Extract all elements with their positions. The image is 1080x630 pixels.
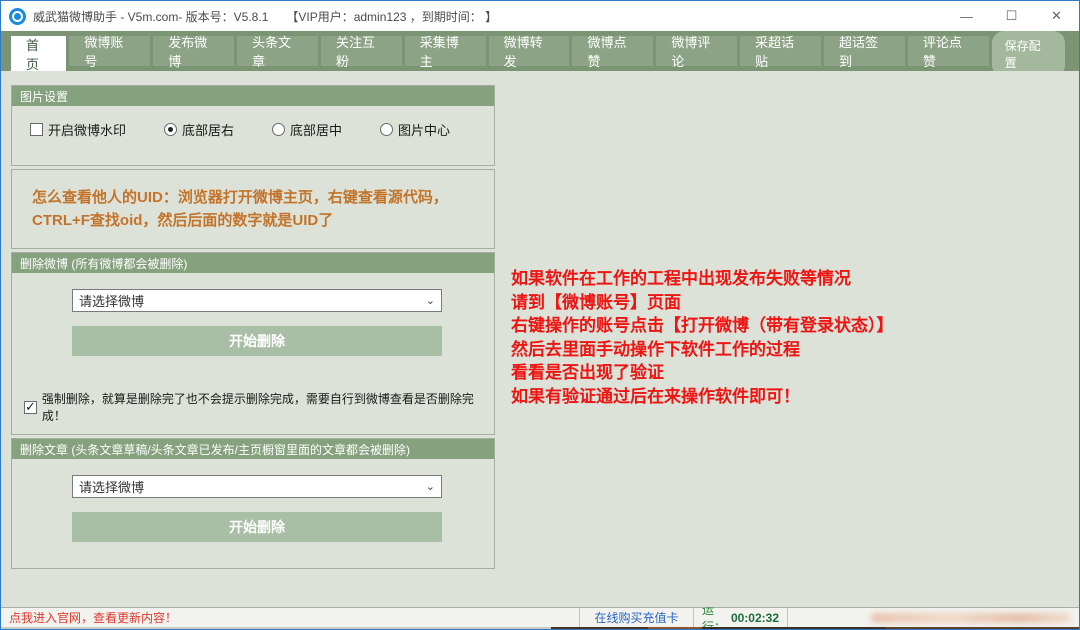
tab-采集博主[interactable]: 采集博主 bbox=[405, 36, 486, 66]
uid-tip-text: 怎么查看他人的UID：浏览器打开微博主页，右键查看源代码， CTRL+F查找oi… bbox=[32, 186, 482, 233]
app-logo-icon bbox=[9, 8, 26, 25]
force-delete-label: 强制删除，就算是删除完了也不会提示删除完成，需要自行到微博查看是否删除完成！ bbox=[42, 390, 494, 424]
delete-weibo-header: 删除微博 (所有微博都会被删除) bbox=[12, 253, 494, 273]
chevron-down-icon: ⌄ bbox=[426, 294, 435, 307]
radio-image-center[interactable]: 图片中心 bbox=[380, 120, 450, 139]
delete-article-header: 删除文章 (头条文章草稿/头条文章已发布/主页橱窗里面的文章都会被删除) bbox=[12, 439, 494, 459]
tab-超话签到[interactable]: 超话签到 bbox=[824, 36, 905, 66]
radio-bottom-right-label: 底部居右 bbox=[182, 120, 234, 139]
blurred-watermark bbox=[871, 613, 1071, 623]
image-settings-header: 图片设置 bbox=[12, 86, 494, 106]
uid-tip-line2: CTRL+F查找oid，然后后面的数字就是UID了 bbox=[32, 209, 482, 232]
notice-line: 右键操作的账号点击【打开微博（带有登录状态）】 bbox=[511, 314, 894, 338]
save-config-button[interactable]: 保存配置 bbox=[992, 31, 1065, 77]
notice-line: 看看是否出现了验证 bbox=[511, 361, 894, 385]
tab-微博评论[interactable]: 微博评论 bbox=[656, 36, 737, 66]
uid-tip-box: 怎么查看他人的UID：浏览器打开微博主页，右键查看源代码， CTRL+F查找oi… bbox=[11, 169, 495, 249]
close-button[interactable]: ✕ bbox=[1034, 1, 1079, 31]
notice-line: 请到【微博账号】页面 bbox=[511, 291, 894, 315]
tab-头条文章[interactable]: 头条文章 bbox=[237, 36, 318, 66]
radio-selected-icon bbox=[164, 123, 177, 136]
tab-微博账号[interactable]: 微博账号 bbox=[69, 36, 150, 66]
failure-notice-text: 如果软件在工作的工程中出现发布失败等情况请到【微博账号】页面右键操作的账号点击【… bbox=[511, 267, 894, 408]
tab-bar-tabs: 首页微博账号发布微博头条文章关注互粉采集博主微博转发微博点赞微博评论采超话贴超话… bbox=[11, 36, 989, 71]
minimize-button[interactable]: — bbox=[944, 1, 989, 31]
left-panel: 图片设置 开启微博水印 底部居右 底部居中 bbox=[11, 85, 495, 572]
chevron-down-icon: ⌄ bbox=[426, 480, 435, 493]
main-content: 图片设置 开启微博水印 底部居右 底部居中 bbox=[1, 71, 1079, 607]
official-site-link[interactable]: 点我进入官网，查看更新内容！ bbox=[1, 608, 579, 627]
notice-line: 如果有验证通过后在来操作软件即可！ bbox=[511, 385, 894, 409]
run-time-value: 00:02:32 bbox=[731, 611, 779, 625]
tab-评论点赞[interactable]: 评论点赞 bbox=[908, 36, 989, 66]
notice-line: 然后去里面手动操作下软件工作的过程 bbox=[511, 338, 894, 362]
image-settings-body: 开启微博水印 底部居右 底部居中 图片中心 bbox=[12, 106, 494, 165]
tab-微博点赞[interactable]: 微博点赞 bbox=[572, 36, 653, 66]
radio-icon bbox=[272, 123, 285, 136]
notice-line: 如果软件在工作的工程中出现发布失败等情况 bbox=[511, 267, 894, 291]
maximize-button[interactable]: ☐ bbox=[989, 1, 1034, 31]
delete-weibo-select-value: 请选择微博 bbox=[79, 291, 144, 310]
radio-bottom-right[interactable]: 底部居右 bbox=[164, 120, 234, 139]
radio-image-center-label: 图片中心 bbox=[398, 120, 450, 139]
buy-card-link[interactable]: 在线购买充值卡 bbox=[579, 608, 693, 627]
delete-article-group: 删除文章 (头条文章草稿/头条文章已发布/主页橱窗里面的文章都会被删除) 请选择… bbox=[11, 438, 495, 569]
status-bar-right bbox=[787, 608, 1079, 627]
title-bar: 威武猫微博助手 - V5m.com- 版本号：V5.8.1 【VIP用户：adm… bbox=[1, 1, 1079, 31]
radio-icon bbox=[380, 123, 393, 136]
delete-weibo-start-button[interactable]: 开始删除 bbox=[72, 326, 442, 356]
delete-weibo-select[interactable]: 请选择微博 ⌄ bbox=[72, 289, 442, 312]
checkbox-unchecked-icon bbox=[30, 123, 43, 136]
uid-tip-line1: 怎么查看他人的UID：浏览器打开微博主页，右键查看源代码， bbox=[32, 186, 482, 209]
tab-微博转发[interactable]: 微博转发 bbox=[489, 36, 570, 66]
tab-bar: 首页微博账号发布微博头条文章关注互粉采集博主微博转发微博点赞微博评论采超话贴超话… bbox=[1, 31, 1079, 71]
window-controls: — ☐ ✕ bbox=[944, 1, 1079, 31]
tab-采超话贴[interactable]: 采超话贴 bbox=[740, 36, 821, 66]
watermark-checkbox-label: 开启微博水印 bbox=[48, 120, 126, 139]
delete-article-select-value: 请选择微博 bbox=[79, 477, 144, 496]
tab-关注互粉[interactable]: 关注互粉 bbox=[321, 36, 402, 66]
delete-article-start-button[interactable]: 开始删除 bbox=[72, 512, 442, 542]
window-title: 威武猫微博助手 - V5m.com- 版本号：V5.8.1 【VIP用户：adm… bbox=[33, 8, 497, 25]
radio-bottom-center[interactable]: 底部居中 bbox=[272, 120, 342, 139]
desktop-edge bbox=[1, 627, 1079, 629]
checkbox-checked-icon bbox=[24, 401, 37, 414]
app-window: 威武猫微博助手 - V5m.com- 版本号：V5.8.1 【VIP用户：adm… bbox=[0, 0, 1080, 630]
tab-首页[interactable]: 首页 bbox=[11, 36, 66, 71]
force-delete-checkbox[interactable]: 强制删除，就算是删除完了也不会提示删除完成，需要自行到微博查看是否删除完成！ bbox=[24, 390, 494, 424]
run-timer: 运行： 00:02:32 bbox=[693, 608, 787, 627]
delete-article-select[interactable]: 请选择微博 ⌄ bbox=[72, 475, 442, 498]
delete-weibo-group: 删除微博 (所有微博都会被删除) 请选择微博 ⌄ 开始删除 强制删除，就算是删除… bbox=[11, 252, 495, 435]
image-settings-group: 图片设置 开启微博水印 底部居右 底部居中 bbox=[11, 85, 495, 166]
status-bar: 点我进入官网，查看更新内容！ 在线购买充值卡 运行： 00:02:32 bbox=[1, 607, 1079, 627]
radio-bottom-center-label: 底部居中 bbox=[290, 120, 342, 139]
tab-发布微博[interactable]: 发布微博 bbox=[153, 36, 234, 66]
watermark-checkbox[interactable]: 开启微博水印 bbox=[30, 120, 126, 139]
